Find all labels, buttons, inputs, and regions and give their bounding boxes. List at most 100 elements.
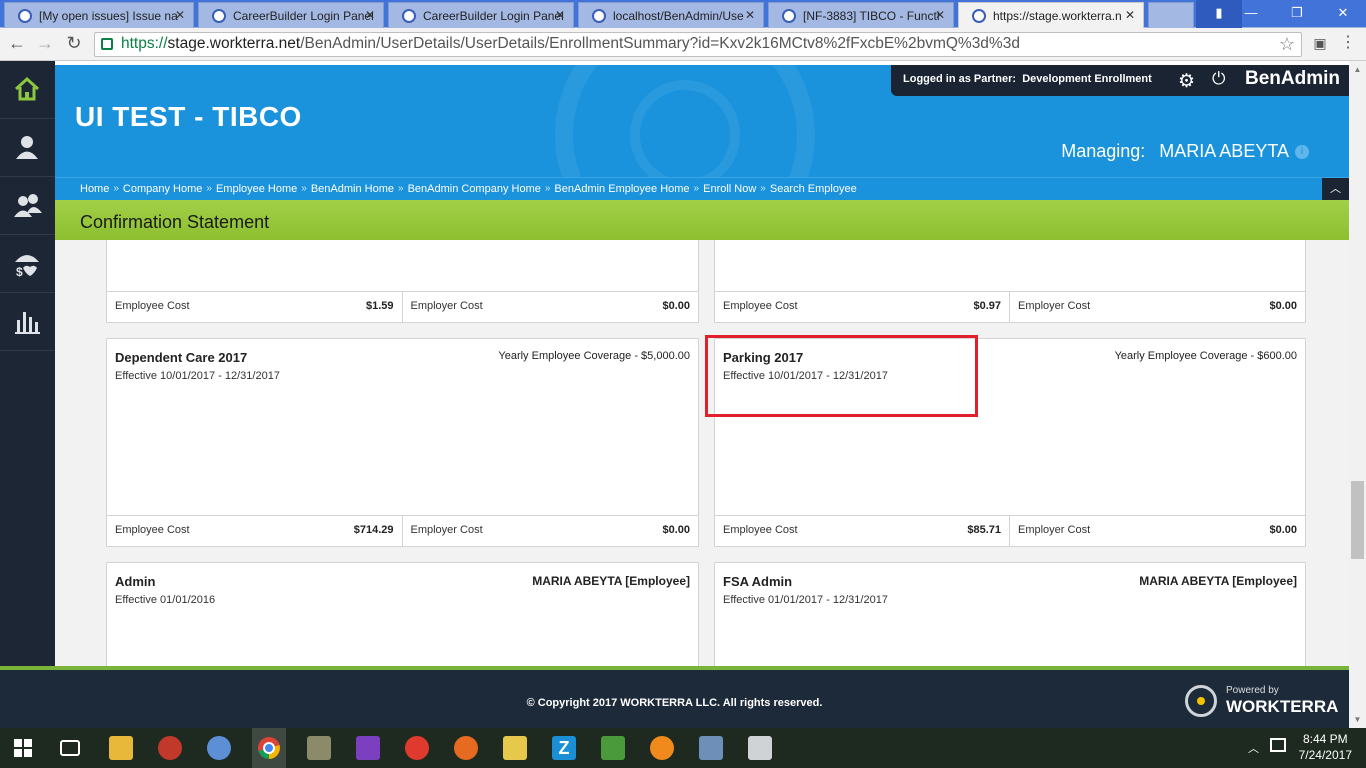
- globe-icon: [402, 9, 416, 23]
- employee-cost: Employee Cost $1.59: [107, 292, 403, 322]
- back-icon[interactable]: ←: [6, 33, 28, 55]
- reload-icon[interactable]: ↻: [63, 33, 85, 55]
- svg-text:$: $: [16, 265, 23, 278]
- url-input[interactable]: https://stage.workterra.net/BenAdmin/Use…: [94, 32, 1302, 57]
- power-icon[interactable]: ⏻: [1212, 69, 1225, 89]
- page-scrollbar[interactable]: ▲ ▼: [1349, 61, 1366, 728]
- plan-card-dependent-care: Dependent Care 2017 Effective 10/01/2017…: [106, 338, 699, 547]
- firefox-icon[interactable]: [454, 736, 478, 760]
- home-icon: [14, 76, 40, 101]
- bookmark-star-icon[interactable]: ☆: [1279, 33, 1295, 55]
- remote-desktop-icon[interactable]: [699, 736, 723, 760]
- employee-cost: Employee Cost $0.97: [715, 292, 1010, 322]
- breadcrumb-link[interactable]: Search Employee: [770, 183, 857, 195]
- notification-icon[interactable]: [1270, 738, 1286, 752]
- maximize-icon[interactable]: ❐: [1274, 0, 1320, 28]
- person-icon: [16, 136, 38, 159]
- sidebar-item-employees[interactable]: [0, 177, 55, 235]
- close-icon[interactable]: ✕: [555, 8, 565, 22]
- tools-icon[interactable]: [307, 736, 331, 760]
- close-icon[interactable]: ✕: [745, 8, 755, 22]
- minimize-icon[interactable]: —: [1228, 0, 1274, 28]
- close-window-icon[interactable]: ✕: [1320, 0, 1366, 28]
- gear-icon[interactable]: ⚙: [1178, 70, 1195, 93]
- breadcrumb-link[interactable]: Home: [80, 183, 109, 195]
- breadcrumb-separator: »: [760, 183, 766, 194]
- plan-effective-dates: Effective 01/01/2016: [115, 594, 216, 606]
- task-view-icon[interactable]: [60, 740, 80, 756]
- visual-studio-icon[interactable]: [356, 736, 380, 760]
- info-icon[interactable]: i: [1295, 145, 1309, 160]
- scroll-down-icon[interactable]: ▼: [1349, 711, 1366, 728]
- chrome-icon: [258, 737, 280, 759]
- globe-icon: [212, 9, 226, 23]
- calculator-icon[interactable]: [748, 736, 772, 760]
- close-icon[interactable]: ✕: [935, 8, 945, 22]
- scrollbar-thumb[interactable]: [1351, 481, 1364, 559]
- plan-coverage: Yearly Employee Coverage - $600.00: [1114, 350, 1297, 362]
- breadcrumb-link[interactable]: Employee Home: [216, 183, 297, 195]
- plan-enrollee: MARIA ABEYTA [Employee]: [532, 574, 690, 588]
- plan-name: FSA Admin: [723, 574, 793, 589]
- breadcrumb-link[interactable]: Company Home: [123, 183, 202, 195]
- app-icon[interactable]: [158, 736, 182, 760]
- employee-cost: Employee Cost $714.29: [107, 516, 403, 546]
- sidebar-item-home[interactable]: [0, 61, 55, 119]
- breadcrumb-link[interactable]: BenAdmin Home: [311, 183, 394, 195]
- close-icon[interactable]: ✕: [1125, 8, 1135, 22]
- plan-coverage: Yearly Employee Coverage - $5,000.00: [498, 350, 690, 362]
- close-icon[interactable]: ✕: [365, 8, 375, 22]
- app-icon[interactable]: [405, 736, 429, 760]
- collapse-header-button[interactable]: ︿: [1322, 178, 1349, 201]
- page-title: Confirmation Statement: [55, 200, 1349, 240]
- lock-icon: [101, 38, 113, 50]
- flame-app-icon[interactable]: [650, 736, 674, 760]
- chevron-up-icon[interactable]: ︿: [1248, 740, 1259, 756]
- employer-cost: Employer Cost $0.00: [410, 524, 691, 536]
- breadcrumb-link[interactable]: BenAdmin Company Home: [408, 183, 541, 195]
- extension-icon[interactable]: ▣: [1309, 33, 1331, 55]
- plan-name: Dependent Care 2017: [115, 350, 248, 365]
- browser-tab[interactable]: [NF-3883] TIBCO - Functi ✕: [768, 2, 954, 28]
- browser-tab[interactable]: CareerBuilder Login Panel ✕: [388, 2, 574, 28]
- page-icon: [592, 9, 606, 23]
- paint-icon[interactable]: [207, 736, 231, 760]
- file-explorer-icon[interactable]: [109, 736, 133, 760]
- menu-icon[interactable]: ⋮: [1337, 33, 1359, 55]
- browser-tab-strip: [My open issues] Issue na ✕ CareerBuilder…: [0, 0, 1366, 28]
- browser-tab[interactable]: localhost/BenAdmin/Use ✕: [578, 2, 764, 28]
- plan-effective-dates: Effective 01/01/2017 - 12/31/2017: [723, 594, 888, 606]
- enrollment-summary: Employee Cost $1.59 Employer Cost $0.00 Em…: [55, 240, 1349, 666]
- breadcrumb-separator: »: [398, 183, 404, 194]
- close-icon[interactable]: ✕: [175, 8, 185, 22]
- footer: © Copyright 2017 WORKTERRA LLC. All righ…: [0, 666, 1349, 728]
- browser-tab[interactable]: [My open issues] Issue na ✕: [4, 2, 194, 28]
- sidebar: $: [0, 61, 55, 728]
- breadcrumb-link[interactable]: BenAdmin Employee Home: [554, 183, 689, 195]
- chrome-taskbar-button[interactable]: [252, 728, 286, 768]
- people-icon: [14, 194, 42, 217]
- employer-cost: Employer Cost $0.00: [410, 300, 691, 312]
- scroll-up-icon[interactable]: ▲: [1349, 61, 1366, 78]
- breadcrumb-separator: »: [206, 183, 212, 194]
- bug-icon: [18, 9, 32, 23]
- new-tab-button[interactable]: [1148, 2, 1194, 28]
- forward-icon[interactable]: →: [34, 33, 56, 55]
- employer-cost: Employer Cost $0.00: [1018, 300, 1297, 312]
- workterra-icon: [972, 9, 986, 23]
- user-panel: Logged in as Partner: Development Enroll…: [891, 65, 1349, 96]
- breadcrumb-link[interactable]: Enroll Now: [703, 183, 756, 195]
- bug-icon: [782, 9, 796, 23]
- employer-cost: Employer Cost $0.00: [1018, 524, 1297, 536]
- sidebar-item-employee[interactable]: [0, 119, 55, 177]
- sidebar-item-benefits[interactable]: $: [0, 235, 55, 293]
- browser-tab-active[interactable]: https://stage.workterra.n ✕: [958, 2, 1144, 28]
- folder-icon[interactable]: [503, 736, 527, 760]
- sidebar-item-reports[interactable]: [0, 293, 55, 351]
- spreadsheet-icon[interactable]: [601, 736, 625, 760]
- z-app-icon[interactable]: Z: [552, 736, 576, 760]
- taskbar-clock[interactable]: 8:44 PM 7/24/2017: [1299, 731, 1352, 763]
- browser-tab[interactable]: CareerBuilder Login Panel ✕: [198, 2, 384, 28]
- windows-start-icon[interactable]: [14, 739, 32, 757]
- workterra-logo-icon: [1185, 685, 1217, 717]
